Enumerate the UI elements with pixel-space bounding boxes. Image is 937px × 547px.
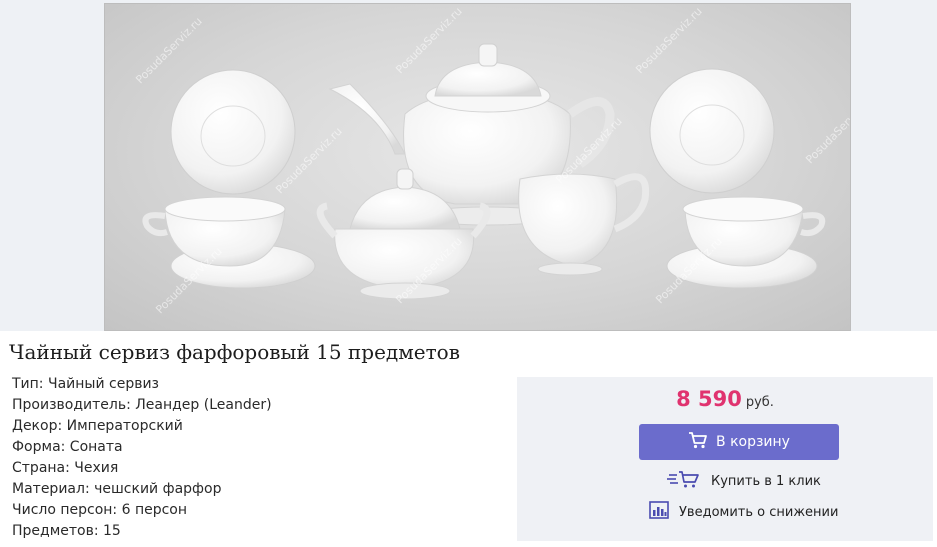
spec-shape: Форма: Соната xyxy=(12,439,123,455)
product-card: Чайный сервиз фарфоровый 15 предметов Ти… xyxy=(0,331,937,547)
product-specs: Тип: Чайный сервиз Производитель: Леанде… xyxy=(12,374,272,542)
spec-material: Материал: чешский фарфор xyxy=(12,481,222,497)
notify-price-drop-label: Уведомить о снижении xyxy=(679,504,839,520)
price-value: 8 590 xyxy=(676,387,742,411)
fast-cart-icon xyxy=(667,469,701,493)
product-image[interactable]: PosudaServiz.ru PosudaServiz.ru PosudaSe… xyxy=(104,3,851,331)
spec-manufacturer: Производитель: Леандер (Leander) xyxy=(12,397,272,413)
buy-one-click-label: Купить в 1 клик xyxy=(711,473,821,489)
price-chart-icon xyxy=(649,501,669,523)
product-title[interactable]: Чайный сервиз фарфоровый 15 предметов xyxy=(9,340,460,364)
add-to-cart-button[interactable]: В корзину xyxy=(639,424,839,460)
spec-country: Страна: Чехия xyxy=(12,460,119,476)
spec-persons: Число персон: 6 персон xyxy=(12,502,188,518)
purchase-panel: 8 590 руб. В корзину Купить в 1 клик Уве… xyxy=(517,377,933,541)
add-to-cart-label: В корзину xyxy=(716,434,790,450)
price-currency: руб. xyxy=(745,395,774,410)
cart-icon xyxy=(688,431,708,453)
spec-type: Тип: Чайный сервиз xyxy=(12,376,159,392)
price-block: 8 590 руб. xyxy=(517,387,933,411)
tea-set-illustration xyxy=(142,43,826,300)
notify-price-drop-link[interactable]: Уведомить о снижении xyxy=(649,501,838,523)
spec-items: Предметов: 15 xyxy=(12,523,121,539)
buy-one-click-link[interactable]: Купить в 1 клик xyxy=(667,469,821,493)
spec-decor: Декор: Императорский xyxy=(12,418,183,434)
